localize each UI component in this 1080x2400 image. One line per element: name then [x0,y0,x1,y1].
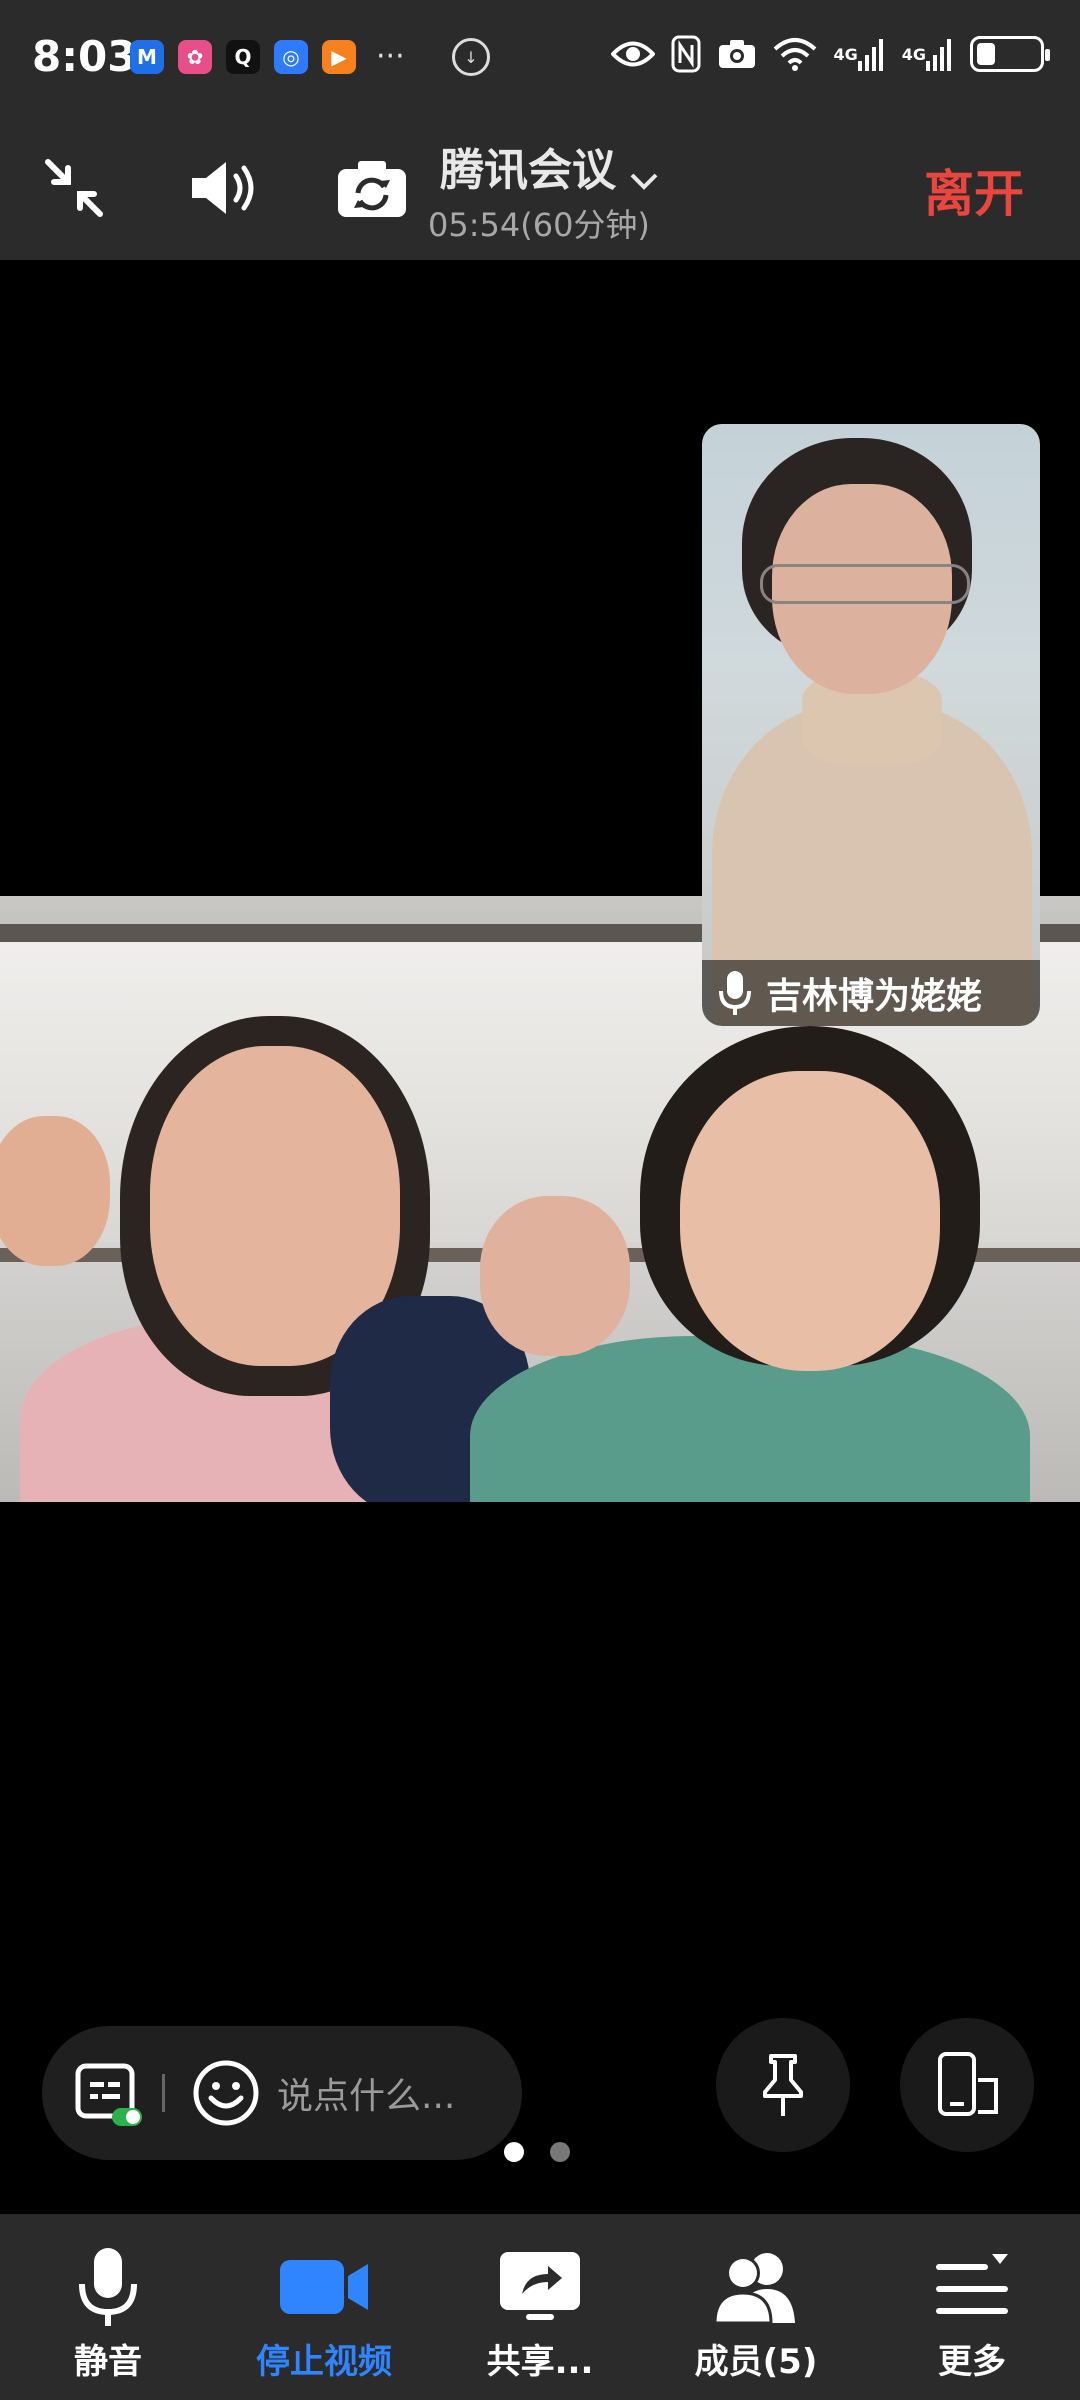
meeting-title-button[interactable]: 腾讯会议 [440,134,700,198]
switch-camera-button[interactable] [332,148,412,228]
participant-figure [680,1071,940,1371]
more-button[interactable]: 更多 [864,2214,1080,2400]
speaker-button[interactable] [184,148,264,228]
pin-button[interactable] [716,2018,850,2152]
participant-name-label: 吉林博为姥姥 [702,960,1040,1026]
microphone-icon [719,971,751,1015]
chat-bar: 说点什么... [42,2026,522,2160]
signal-icon-1: 4G [833,34,885,74]
more-notifications-icon: ··· [376,39,405,74]
app-notification-icon: ▶ [322,40,356,74]
phone-rotate-icon [938,2052,998,2116]
meeting-timer: 05:54(60分钟) [428,206,650,244]
mute-button[interactable]: 静音 [0,2214,216,2400]
emoji-button[interactable] [191,2058,261,2128]
battery-icon [970,34,1050,74]
qq-icon: Q [226,40,260,74]
stop-video-button[interactable]: 停止视频 [216,2214,432,2400]
meeting-header: 腾讯会议 05:54(60分钟) 离开 [0,118,1080,260]
app-notification-icon: ✿ [178,40,212,74]
more-label: 更多 [938,2342,1006,2382]
more-menu-icon [936,2254,1008,2314]
camera-icon [717,34,757,74]
smiley-icon [193,2060,259,2126]
members-label: 成员(5) [694,2342,818,2382]
share-button[interactable]: 共享... [432,2214,648,2400]
data-saver-icon: ↓ [452,38,490,76]
minimize-button[interactable] [34,148,114,228]
status-bar: 8:03 M ✿ Q ◎ ▶ ··· ↓ 4G 4G [0,0,1080,118]
members-button[interactable]: 成员(5) [648,2214,864,2400]
page-indicator [504,2142,570,2162]
separator [162,2074,165,2112]
status-indicators: 4G 4G [611,34,1050,74]
rotate-screen-button[interactable] [900,2018,1034,2152]
stop-video-label: 停止视频 [256,2342,392,2382]
wifi-icon [773,34,817,74]
share-screen-icon [500,2252,580,2320]
mute-label: 静音 [74,2342,142,2382]
pin-icon [763,2054,803,2116]
signal-icon-2: 4G [902,34,954,74]
app-notification-icon: ◎ [274,40,308,74]
minimize-arrows-icon [45,159,103,217]
microphone-icon [79,2248,137,2326]
video-camera-icon [280,2260,368,2314]
participant-figure [0,1116,110,1266]
eye-icon [611,34,656,74]
chevron-down-icon [630,173,658,190]
chat-input[interactable]: 说点什么... [277,2067,455,2119]
speaker-icon [192,162,254,214]
share-label: 共享... [486,2342,594,2382]
bottom-toolbar: 静音 停止视频 共享... 成员(5) 更多 [0,2214,1080,2400]
page-dot[interactable] [504,2142,524,2162]
participant-figure [480,1196,630,1356]
members-icon [713,2253,795,2325]
leave-button[interactable]: 离开 [924,154,1024,226]
participant-figure [760,564,970,604]
app-notification-icon: M [130,40,164,74]
page-dot[interactable] [550,2142,570,2162]
caption-icon [75,2063,142,2126]
meeting-title: 腾讯会议 [440,145,616,196]
caption-button[interactable] [72,2058,142,2128]
status-time: 8:03 [32,32,137,81]
status-app-icons: M ✿ Q ◎ ▶ ··· [130,40,405,74]
participant-thumbnail[interactable]: 吉林博为姥姥 [702,424,1040,1026]
participant-name: 吉林博为姥姥 [766,976,983,1017]
nfc-icon [671,34,701,74]
battery-level [977,43,995,65]
switch-camera-icon [338,161,406,217]
